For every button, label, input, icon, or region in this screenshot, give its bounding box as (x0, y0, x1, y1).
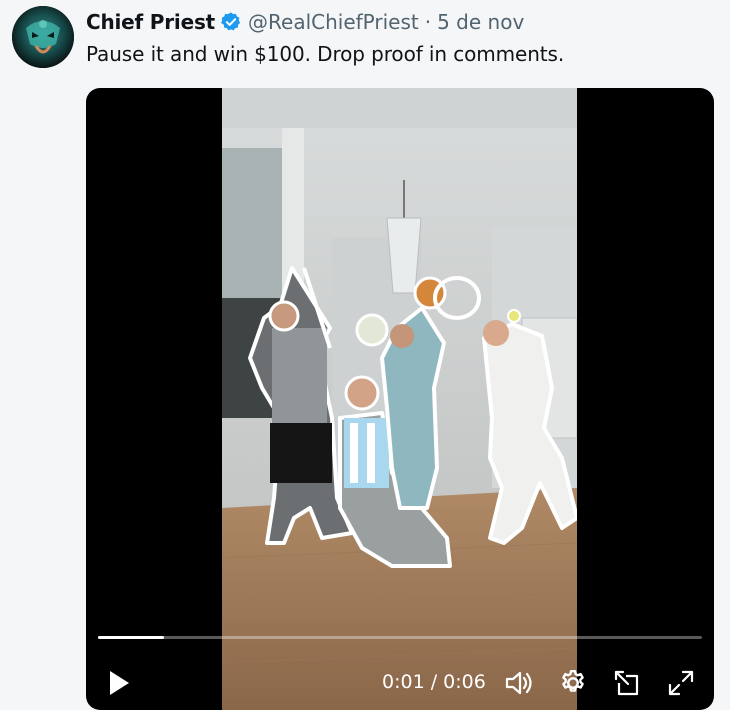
play-icon (110, 671, 129, 695)
fullscreen-icon (668, 670, 694, 696)
play-button[interactable] (104, 668, 134, 698)
author-name[interactable]: Chief Priest (86, 10, 215, 34)
verified-badge-icon (220, 11, 242, 33)
fullscreen-button[interactable] (666, 668, 696, 698)
volume-icon (505, 671, 532, 695)
avatar[interactable] (12, 6, 74, 68)
video-player[interactable]: 0:01 / 0:06 (86, 88, 714, 710)
tweet: Chief Priest @RealChiefPriest · 5 de nov… (0, 0, 730, 710)
time-current: 0:01 (382, 671, 425, 693)
gear-icon (562, 669, 584, 692)
tweet-header: Chief Priest @RealChiefPriest · 5 de nov (86, 8, 524, 36)
volume-button[interactable] (504, 668, 536, 698)
header-separator: · (424, 10, 432, 34)
picture-in-picture-button[interactable] (612, 668, 642, 698)
video-timecode: 0:01 / 0:06 (382, 671, 486, 693)
video-frame[interactable] (222, 88, 577, 710)
picture-in-picture-icon (614, 670, 639, 696)
video-progress-fill (98, 636, 165, 639)
settings-button[interactable] (558, 668, 588, 698)
author-handle[interactable]: @RealChiefPriest (248, 10, 419, 34)
video-progress-bar[interactable] (98, 636, 702, 639)
video-still-image (222, 88, 577, 710)
tweet-text: Pause it and win $100. Drop proof in com… (86, 42, 565, 66)
time-separator: / (430, 671, 438, 693)
time-total: 0:06 (443, 671, 486, 693)
post-date[interactable]: 5 de nov (437, 10, 524, 34)
